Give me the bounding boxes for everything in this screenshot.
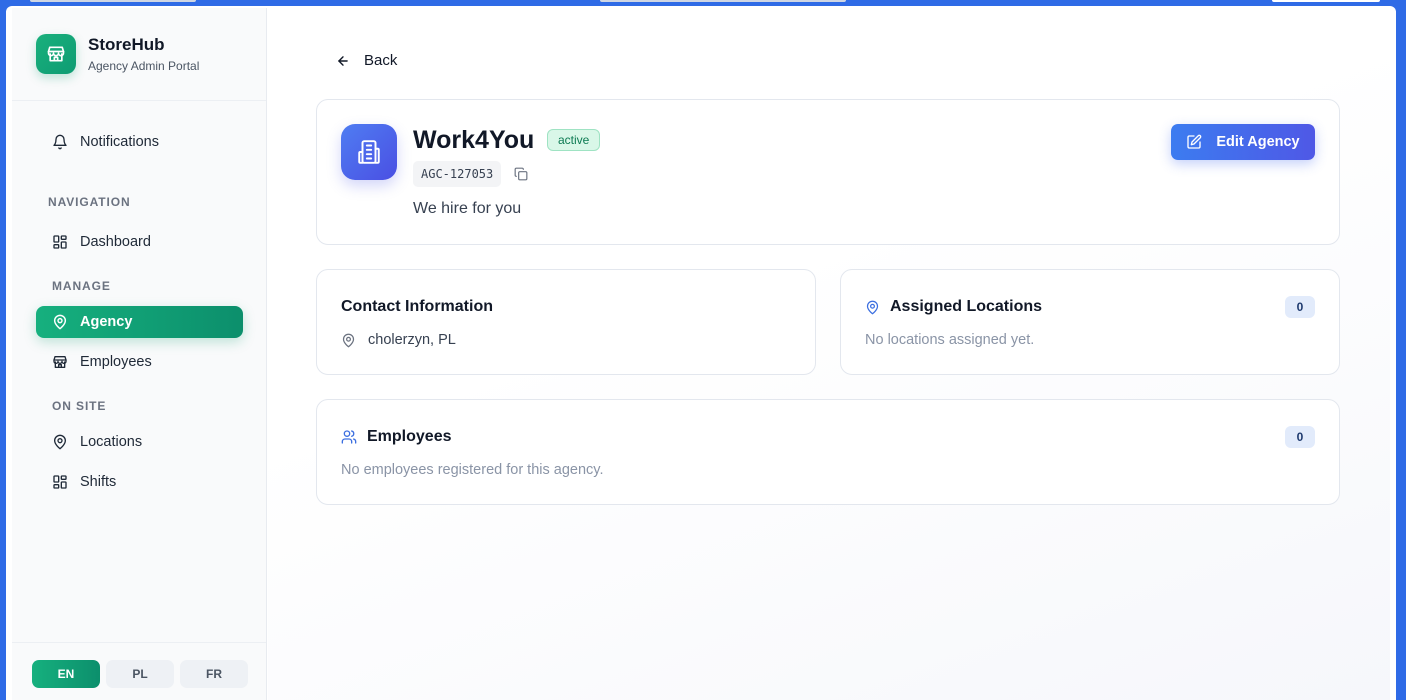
contact-title-text: Contact Information [341, 298, 493, 315]
back-button[interactable]: Back [336, 52, 397, 69]
contact-location-text: cholerzyn, PL [368, 332, 456, 348]
contact-title: Contact Information [341, 298, 493, 316]
lang-button-en[interactable]: EN [32, 660, 100, 688]
section-label-on-site: ON SITE [52, 399, 107, 413]
agency-header-card: Work4You active AGC-127053 We hire for y… [316, 99, 1340, 245]
sidebar: StoreHub Agency Admin Portal Notificatio… [12, 8, 267, 700]
employees-count-badge: 0 [1285, 426, 1315, 448]
store-icon [52, 354, 68, 370]
employees-title: Employees [341, 428, 451, 446]
bell-icon [52, 134, 68, 150]
employees-title-text: Employees [367, 428, 452, 445]
section-label-manage: MANAGE [52, 279, 111, 293]
lang-button-fr[interactable]: FR [180, 660, 248, 688]
agency-name: Work4You [413, 126, 535, 154]
sidebar-item-label: Dashboard [80, 234, 151, 250]
top-strip-right [1272, 0, 1380, 2]
users-icon [341, 429, 357, 445]
employees-card: Employees 0 No employees registered for … [316, 399, 1340, 505]
section-label-navigation: NAVIGATION [48, 195, 131, 209]
assigned-locations-title-text: Assigned Locations [890, 298, 1043, 315]
agency-description: We hire for you [413, 200, 522, 217]
assigned-locations-card: Assigned Locations 0 No locations assign… [840, 269, 1340, 375]
copy-icon[interactable] [514, 167, 528, 181]
sidebar-item-label: Shifts [80, 474, 117, 490]
agency-code: AGC-127053 [413, 161, 502, 187]
sidebar-item-locations[interactable]: Locations [36, 426, 243, 458]
map-pin-icon [52, 314, 68, 330]
brand-name: StoreHub [88, 35, 165, 54]
edit-agency-label: Edit Agency [1216, 134, 1300, 150]
lang-button-pl[interactable]: PL [106, 660, 174, 688]
employees-empty-text: No employees registered for this agency. [341, 462, 604, 478]
dashboard-icon [52, 234, 68, 250]
sidebar-item-agency[interactable]: Agency [36, 306, 243, 338]
arrow-left-icon [336, 54, 350, 68]
sidebar-divider [12, 100, 266, 101]
sidebar-item-label: Employees [80, 354, 152, 370]
sidebar-item-dashboard[interactable]: Dashboard [36, 226, 243, 258]
building-icon [341, 124, 397, 180]
brand[interactable]: StoreHub Agency Admin Portal [36, 34, 199, 74]
app-window: StoreHub Agency Admin Portal Notificatio… [6, 6, 1396, 700]
top-strip-center [600, 0, 846, 2]
brand-subtitle: Agency Admin Portal [88, 59, 200, 73]
sidebar-item-label: Locations [80, 434, 143, 450]
sidebar-item-shifts[interactable]: Shifts [36, 466, 243, 498]
locations-count-badge: 0 [1285, 296, 1315, 318]
main-content: Back Work4You active AGC-127053 We hire … [268, 8, 1390, 700]
status-badge: active [547, 129, 601, 151]
language-switcher: EN PL FR [32, 660, 248, 688]
edit-icon [1186, 134, 1202, 150]
dashboard-icon [52, 474, 68, 490]
contact-location: cholerzyn, PL [341, 332, 456, 348]
sidebar-divider [12, 642, 266, 643]
locations-empty-text: No locations assigned yet. [865, 332, 1035, 348]
sidebar-item-label: Agency [80, 314, 133, 330]
contact-card: Contact Information cholerzyn, PL [316, 269, 816, 375]
assigned-locations-title: Assigned Locations [865, 298, 1042, 316]
top-strip-left [30, 0, 196, 2]
store-icon [36, 34, 76, 74]
edit-agency-button[interactable]: Edit Agency [1171, 124, 1315, 160]
map-pin-icon [52, 434, 68, 450]
map-pin-icon [865, 300, 880, 315]
back-label: Back [364, 52, 398, 69]
sidebar-item-label: Notifications [80, 134, 159, 150]
sidebar-item-employees[interactable]: Employees [36, 346, 243, 378]
map-pin-icon [341, 333, 356, 348]
sidebar-item-notifications[interactable]: Notifications [36, 126, 243, 158]
